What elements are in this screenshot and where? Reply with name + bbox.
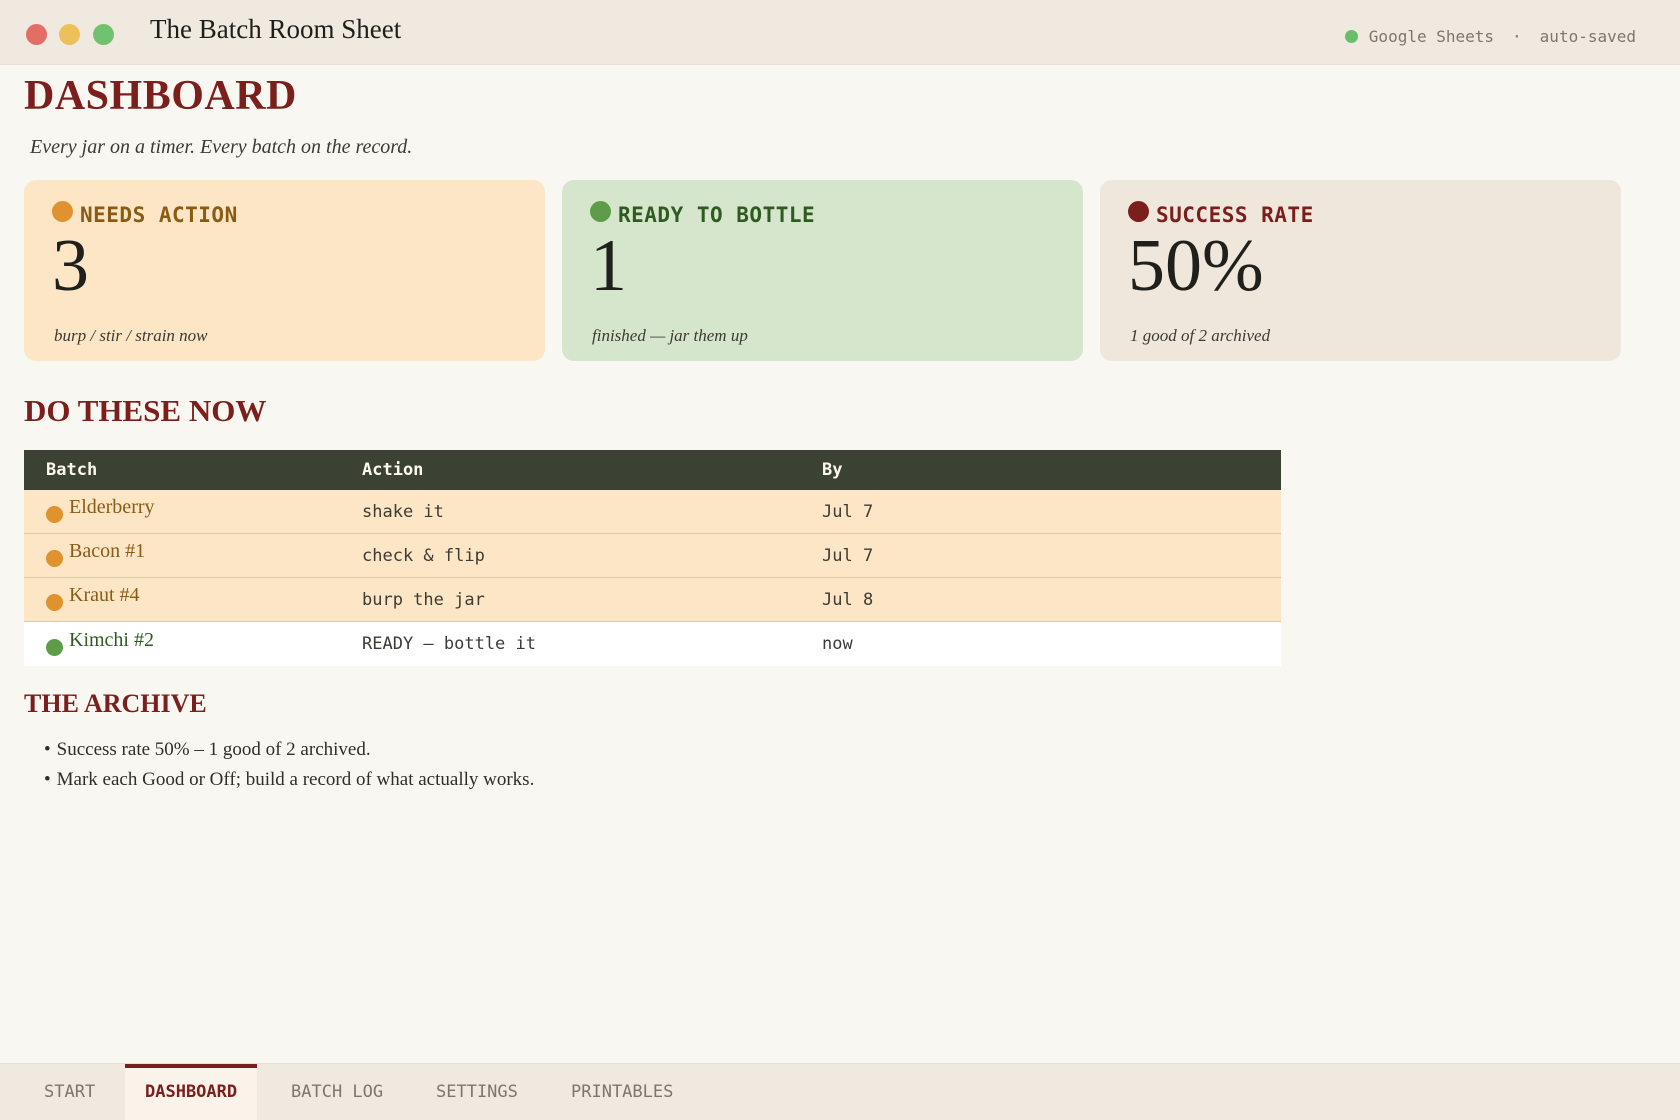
app-name: Google Sheets — [1368, 27, 1495, 46]
status-separator: · — [1512, 27, 1522, 46]
due-cell: now — [822, 634, 853, 654]
needs-action-status-icon — [46, 506, 63, 523]
needs-action-label: NEEDS ACTION — [80, 203, 238, 227]
close-window-button[interactable] — [26, 24, 47, 45]
column-header-batch[interactable]: Batch — [24, 460, 362, 480]
maximize-window-button[interactable] — [93, 24, 114, 45]
do-these-now-heading: DO THESE NOW — [24, 393, 267, 428]
batch-cell: Bacon #1 — [24, 540, 362, 567]
ready-status-icon — [46, 638, 63, 656]
list-item: Success rate 50% – 1 good of 2 archived. — [44, 735, 534, 765]
document-title: The Batch Room Sheet — [150, 14, 402, 44]
due-cell: Jul 7 — [822, 545, 874, 566]
ready-to-bottle-dot-icon — [590, 200, 611, 222]
page-tagline: Every jar on a timer. Every batch on the… — [30, 136, 413, 158]
batch-cell: Kimchi #2 — [24, 629, 362, 656]
page-title: DASHBOARD — [24, 73, 297, 119]
action-cell: shake it — [362, 501, 444, 522]
success-rate-note: 1 good of 2 archived — [1130, 326, 1271, 345]
needs-action-card: NEEDS ACTION 3 burp / stir / strain now — [24, 180, 545, 361]
batch-cell: Elderberry — [24, 496, 362, 523]
ready-to-bottle-card: READY TO BOTTLE 1 finished — jar them up — [562, 180, 1083, 361]
success-rate-card: SUCCESS RATE 50% 1 good of 2 archived — [1100, 180, 1621, 361]
table-row[interactable]: Kraut #4 burp the jar Jul 8 — [24, 578, 1281, 622]
action-cell: READY — bottle it — [362, 634, 536, 654]
batch-name: Kraut #4 — [69, 584, 140, 606]
needs-action-status-icon — [46, 594, 63, 611]
minimize-window-button[interactable] — [59, 24, 80, 45]
table-row[interactable]: Kimchi #2 READY — bottle it now — [24, 622, 1281, 666]
save-status-label: auto-saved — [1539, 27, 1636, 46]
do-these-now-table: Batch Action By Elderberry shake it Jul … — [24, 450, 1281, 666]
column-header-by[interactable]: By — [822, 460, 1281, 480]
needs-action-note: burp / stir / strain now — [54, 326, 208, 345]
table-row[interactable]: Elderberry shake it Jul 7 — [24, 490, 1281, 534]
ready-to-bottle-count: 1 — [590, 225, 627, 307]
archive-heading: THE ARCHIVE — [24, 689, 207, 718]
sheet-tab-bar: START DASHBOARD BATCH LOG SETTINGS PRINT… — [0, 1063, 1680, 1120]
action-cell: burp the jar — [362, 589, 485, 610]
title-bar: The Batch Room Sheet Google Sheets · aut… — [0, 0, 1680, 65]
due-cell: Jul 8 — [822, 589, 874, 610]
needs-action-status-icon — [46, 550, 63, 567]
batch-cell: Kraut #4 — [24, 584, 362, 611]
success-rate-dot-icon — [1128, 200, 1149, 222]
sync-status-dot-icon — [1344, 30, 1358, 43]
tab-start[interactable]: START — [24, 1064, 115, 1120]
needs-action-count: 3 — [52, 225, 89, 307]
archive-notes-list: Success rate 50% – 1 good of 2 archived.… — [44, 735, 535, 795]
due-cell: Jul 7 — [822, 501, 874, 522]
tab-settings[interactable]: SETTINGS — [416, 1064, 538, 1120]
tab-dashboard[interactable]: DASHBOARD — [125, 1064, 258, 1120]
column-header-action[interactable]: Action — [362, 460, 822, 480]
table-row[interactable]: Bacon #1 check & flip Jul 7 — [24, 534, 1281, 578]
ready-to-bottle-label: READY TO BOTTLE — [618, 203, 816, 227]
save-status: Google Sheets · auto-saved — [1344, 27, 1636, 46]
table-header-row: Batch Action By — [24, 450, 1281, 490]
batch-name: Kimchi #2 — [69, 628, 154, 651]
action-cell: check & flip — [362, 545, 485, 566]
batch-name: Bacon #1 — [69, 540, 146, 562]
tab-printables[interactable]: PRINTABLES — [551, 1064, 693, 1120]
ready-to-bottle-note: finished — jar them up — [592, 326, 748, 345]
batch-name: Elderberry — [69, 496, 155, 518]
success-rate-value: 50% — [1128, 225, 1264, 307]
tab-batch-log[interactable]: BATCH LOG — [271, 1064, 403, 1120]
list-item: Mark each Good or Off; build a record of… — [44, 765, 535, 795]
needs-action-dot-icon — [52, 200, 73, 222]
